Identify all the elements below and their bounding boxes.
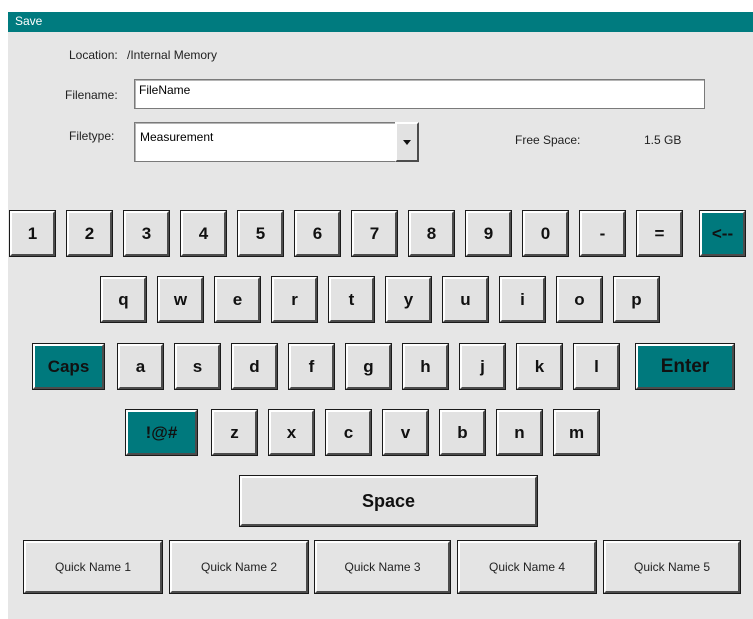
quick-name-5-button[interactable]: Quick Name 5	[603, 540, 741, 594]
key-t[interactable]: t	[328, 276, 375, 323]
backspace-key[interactable]: <--	[699, 210, 746, 257]
symbols-key[interactable]: !@#	[125, 409, 198, 456]
key-c[interactable]: c	[325, 409, 372, 456]
filetype-select[interactable]: Measurement	[134, 122, 418, 162]
key-f[interactable]: f	[288, 343, 335, 390]
free-space-label: Free Space:	[515, 133, 581, 147]
quick-name-1-button[interactable]: Quick Name 1	[23, 540, 163, 594]
key-o[interactable]: o	[556, 276, 603, 323]
key-z[interactable]: z	[211, 409, 258, 456]
key-m[interactable]: m	[553, 409, 600, 456]
space-key[interactable]: Space	[239, 475, 538, 527]
key-y[interactable]: y	[385, 276, 432, 323]
key-h[interactable]: h	[402, 343, 449, 390]
filetype-label: Filetype:	[69, 129, 115, 143]
filename-label: Filename:	[65, 88, 118, 102]
caps-key[interactable]: Caps	[32, 343, 105, 390]
key-minus[interactable]: -	[579, 210, 626, 257]
key-1[interactable]: 1	[9, 210, 56, 257]
location-label: Location:	[69, 48, 118, 62]
key-6[interactable]: 6	[294, 210, 341, 257]
quick-name-2-button[interactable]: Quick Name 2	[169, 540, 309, 594]
key-p[interactable]: p	[613, 276, 660, 323]
filetype-value: Measurement	[140, 130, 214, 144]
window-title: Save	[15, 14, 43, 28]
key-k[interactable]: k	[516, 343, 563, 390]
key-l[interactable]: l	[573, 343, 620, 390]
key-3[interactable]: 3	[123, 210, 170, 257]
key-4[interactable]: 4	[180, 210, 227, 257]
key-r[interactable]: r	[271, 276, 318, 323]
filename-field[interactable]: FileName	[134, 79, 705, 109]
key-0[interactable]: 0	[522, 210, 569, 257]
enter-key[interactable]: Enter	[635, 343, 735, 390]
key-n[interactable]: n	[496, 409, 543, 456]
key-j[interactable]: j	[459, 343, 506, 390]
key-w[interactable]: w	[157, 276, 204, 323]
key-2[interactable]: 2	[66, 210, 113, 257]
key-x[interactable]: x	[268, 409, 315, 456]
filetype-dropdown-button[interactable]	[395, 122, 419, 162]
filename-value: FileName	[139, 83, 191, 97]
key-i[interactable]: i	[499, 276, 546, 323]
location-value: /Internal Memory	[127, 48, 218, 62]
key-a[interactable]: a	[117, 343, 164, 390]
key-equals[interactable]: =	[636, 210, 683, 257]
chevron-down-icon	[403, 139, 411, 145]
key-b[interactable]: b	[439, 409, 486, 456]
key-g[interactable]: g	[345, 343, 392, 390]
key-d[interactable]: d	[231, 343, 278, 390]
key-e[interactable]: e	[214, 276, 261, 323]
quick-name-3-button[interactable]: Quick Name 3	[314, 540, 451, 594]
key-v[interactable]: v	[382, 409, 429, 456]
quick-name-4-button[interactable]: Quick Name 4	[457, 540, 597, 594]
key-q[interactable]: q	[100, 276, 147, 323]
key-9[interactable]: 9	[465, 210, 512, 257]
key-u[interactable]: u	[442, 276, 489, 323]
key-s[interactable]: s	[174, 343, 221, 390]
free-space-value: 1.5 GB	[644, 133, 682, 147]
key-5[interactable]: 5	[237, 210, 284, 257]
title-bar: Save	[8, 12, 753, 32]
key-7[interactable]: 7	[351, 210, 398, 257]
key-8[interactable]: 8	[408, 210, 455, 257]
